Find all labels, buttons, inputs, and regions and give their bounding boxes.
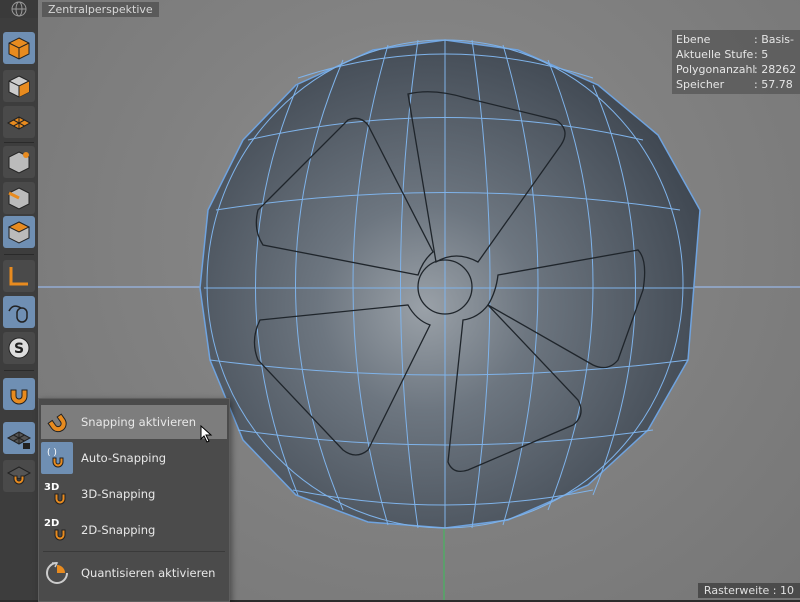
grid-magnet-icon [6, 466, 32, 485]
info-key: Ebene [676, 33, 711, 46]
menu-item-label: 2D-Snapping [81, 523, 156, 537]
snap-3d-badge: 3D [44, 482, 59, 493]
cube-icon [8, 37, 30, 60]
polygons-mode-button[interactable] [3, 216, 35, 248]
checker-cube-icon [8, 75, 30, 98]
menu-item-label: Snapping aktivieren [81, 415, 196, 429]
snap-3d-icon: 3D [44, 482, 66, 505]
polygon-cube-icon [7, 221, 31, 244]
model-mode-button[interactable] [3, 32, 35, 64]
menu-item-auto-snapping[interactable]: ( ) Auto-Snapping [41, 441, 227, 475]
left-toolbar: S [0, 18, 38, 600]
globe-icon[interactable] [0, 0, 38, 18]
axis-mode-button[interactable] [3, 260, 35, 292]
locked-workplane-button[interactable] [3, 422, 35, 454]
grid-lock-icon [6, 431, 32, 449]
workplane-snap-button[interactable] [3, 460, 35, 492]
tweak-mode-button[interactable] [3, 296, 35, 328]
snap-2d-badge: 2D [44, 518, 59, 529]
menu-item-3d-snapping[interactable]: 3D 3D-Snapping [41, 477, 227, 511]
info-value: : 57.78 [754, 78, 793, 91]
menu-item-2d-snapping[interactable]: 2D 2D-Snapping [41, 513, 227, 547]
info-hud: Ebene : Basis- Aktuelle Stufe: 5 Polygona… [672, 30, 800, 94]
info-key: Aktuelle Stufe [676, 48, 754, 61]
quantize-icon [46, 562, 68, 584]
svg-text:S: S [14, 341, 24, 357]
auto-snap-icon: ( ) [47, 448, 64, 468]
texture-mode-button[interactable] [3, 70, 35, 102]
info-key: Polygonanzahl [676, 63, 756, 76]
workplane-mode-button[interactable] [3, 106, 35, 138]
raster-width-status: Rasterweite : 10 [697, 583, 800, 598]
info-value: : 28262 [754, 63, 797, 76]
edges-mode-button[interactable] [3, 182, 35, 214]
points-cube-icon [8, 151, 30, 174]
magnet-icon [47, 413, 67, 433]
grid-plane-icon [6, 116, 32, 130]
mouse-cursor-icon [200, 425, 213, 443]
edges-cube-icon [8, 187, 30, 210]
menu-item-label: Auto-Snapping [81, 451, 167, 465]
info-value: : 5 [754, 48, 769, 61]
magnet-icon [10, 389, 28, 405]
info-value: : Basis- [754, 33, 794, 46]
view-title[interactable]: Zentralperspektive [42, 2, 159, 17]
menu-item-enable-quantize[interactable]: Quantisieren aktivieren [41, 556, 227, 590]
menu-item-label: 3D-Snapping [81, 487, 156, 501]
snap-2d-icon: 2D [44, 518, 66, 541]
menu-item-label: Quantisieren aktivieren [81, 566, 216, 580]
sphere-object[interactable] [199, 39, 701, 529]
mouse-icon [8, 305, 28, 323]
solo-s-icon: S [8, 337, 30, 359]
axis-icon [9, 267, 28, 286]
svg-text:( ): ( ) [47, 448, 57, 458]
snapping-button[interactable] [3, 378, 35, 410]
info-key: Speicher [676, 78, 725, 91]
solo-button[interactable]: S [3, 332, 35, 364]
points-mode-button[interactable] [3, 146, 35, 178]
